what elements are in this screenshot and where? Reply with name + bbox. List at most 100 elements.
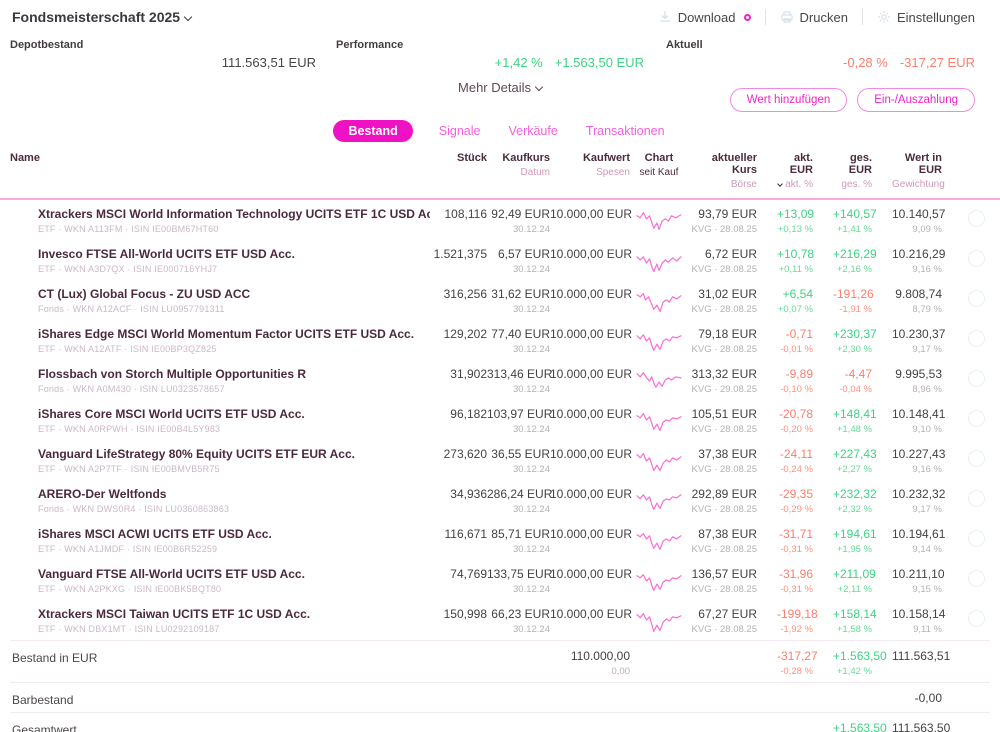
sparkline-chart[interactable] [636, 368, 682, 394]
col-ges[interactable]: ges. EUR [833, 152, 872, 176]
col-kurs[interactable]: aktueller Kurs [688, 152, 757, 176]
ein-auszahlung-button[interactable]: Ein-/Auszahlung [857, 88, 975, 112]
akt-pct-value: -0,29 % [780, 504, 813, 515]
kaufdatum-value: 30.12.24 [513, 584, 550, 595]
row-action-button[interactable] [967, 410, 985, 427]
fund-name-link[interactable]: CT (Lux) Global Focus - ZU USD ACC [38, 287, 430, 301]
col-kaufkurs[interactable]: Kaufkurs [487, 152, 550, 164]
row-action-button[interactable] [967, 570, 985, 587]
ges-eur-value: +230,37 [833, 327, 877, 341]
sparkline-chart[interactable] [636, 528, 682, 554]
aktueller-kurs-value: 87,38 EUR [698, 527, 757, 541]
ges-pct-value: +1,48 % [836, 424, 872, 435]
tab-verkaeufe[interactable]: Verkäufe [506, 120, 559, 142]
table-row[interactable]: iShares Core MSCI World UCITS ETF USD Ac… [10, 400, 990, 440]
fund-info: ETF · WKN A3D7QX · ISIN IE000716YHJ7 [38, 264, 218, 274]
table-row[interactable]: Invesco FTSE All-World UCITS ETF USD Acc… [10, 240, 990, 280]
boerse-info: KVG · 28.08.25 [691, 344, 757, 355]
sparkline-chart[interactable] [636, 248, 682, 274]
akt-eur-value: -9,89 [785, 367, 813, 381]
table-footer: Bestand in EUR 110.000,00 0,00 -317,27 -… [0, 640, 1000, 732]
fund-name-link[interactable]: Vanguard FTSE All-World UCITS ETF USD Ac… [38, 567, 430, 581]
fund-name-link[interactable]: iShares MSCI ACWI UCITS ETF USD Acc. [38, 527, 430, 541]
download-button[interactable]: Download [658, 10, 751, 25]
stueck-value: 1.521,375 [433, 247, 487, 261]
aktueller-kurs-value: 93,79 EUR [698, 207, 757, 221]
fund-info: Fonds · WKN A0M430 · ISIN LU0323578657 [38, 384, 225, 394]
row-action-button[interactable] [967, 290, 985, 307]
gewichtung-value: 8,79 % [912, 304, 942, 315]
table-row[interactable]: CT (Lux) Global Focus - ZU USD ACC Fonds… [10, 280, 990, 320]
kaufwert-value: 10.000,00 EUR [550, 487, 633, 501]
table-row[interactable]: iShares MSCI ACWI UCITS ETF USD Acc. ETF… [10, 520, 990, 560]
col-wert-sub: Gewichtung [892, 179, 945, 190]
ges-pct-value: +1,95 % [836, 544, 872, 555]
tab-bar: Bestand Signale Verkäufe Transaktionen [0, 120, 1000, 142]
row-action-button[interactable] [967, 530, 985, 547]
col-kaufwert[interactable]: Kaufwert [550, 152, 630, 164]
sparkline-chart[interactable] [636, 448, 682, 474]
kaufdatum-value: 30.12.24 [513, 224, 550, 235]
aktueller-kurs-value: 292,89 EUR [691, 487, 757, 501]
table-row[interactable]: Xtrackers MSCI Taiwan UCITS ETF 1C USD A… [10, 600, 990, 640]
kaufdatum-value: 30.12.24 [513, 344, 550, 355]
chevron-down-icon [183, 12, 193, 22]
fund-name-link[interactable]: ARERO-Der Weltfonds [38, 487, 430, 501]
col-akt[interactable]: akt. EUR [777, 152, 813, 176]
kaufwert-value: 10.000,00 EUR [550, 247, 633, 261]
fund-name-link[interactable]: iShares Edge MSCI World Momentum Factor … [38, 327, 430, 341]
kaufdatum-value: 30.12.24 [513, 384, 550, 395]
portfolio-title-dropdown[interactable]: Fondsmeisterschaft 2025 [12, 9, 193, 25]
sparkline-chart[interactable] [636, 488, 682, 514]
sparkline-chart[interactable] [636, 288, 682, 314]
tab-transaktionen[interactable]: Transaktionen [584, 120, 667, 142]
ges-pct-value: +2,27 % [836, 464, 872, 475]
fund-name-link[interactable]: Xtrackers MSCI World Information Technol… [38, 207, 430, 221]
table-row[interactable]: Vanguard FTSE All-World UCITS ETF USD Ac… [10, 560, 990, 600]
row-action-button[interactable] [967, 610, 985, 627]
table-row[interactable]: iShares Edge MSCI World Momentum Factor … [10, 320, 990, 360]
table-row[interactable]: Xtrackers MSCI World Information Technol… [10, 200, 990, 240]
gewichtung-value: 9,11 % [913, 624, 942, 635]
row-action-button[interactable] [967, 490, 985, 507]
wert-hinzufuegen-button[interactable]: Wert hinzufügen [729, 88, 848, 112]
kaufkurs-value: 66,23 EUR [491, 607, 550, 621]
wert-in-eur-value: 10.148,41 [892, 407, 946, 421]
table-row[interactable]: ARERO-Der Weltfonds Fonds · WKN DWS0R4 ·… [10, 480, 990, 520]
tab-signale[interactable]: Signale [437, 120, 483, 142]
col-chart-sub: seit Kauf [639, 167, 679, 178]
row-action-button[interactable] [967, 250, 985, 267]
print-button[interactable]: Drucken [780, 10, 848, 25]
stueck-value: 108,116 [444, 207, 488, 221]
fund-name-link[interactable]: iShares Core MSCI World UCITS ETF USD Ac… [38, 407, 430, 421]
sparkline-chart[interactable] [636, 208, 682, 234]
total-wert: 111.563,51 [892, 649, 951, 663]
fund-name-link[interactable]: Invesco FTSE All-World UCITS ETF USD Acc… [38, 247, 430, 261]
sparkline-chart[interactable] [636, 608, 682, 634]
table-row[interactable]: Flossbach von Storch Multiple Opportunit… [10, 360, 990, 400]
row-action-button[interactable] [967, 210, 985, 227]
boerse-info: KVG · 28.08.25 [691, 504, 757, 515]
fund-name-link[interactable]: Xtrackers MSCI Taiwan UCITS ETF 1C USD A… [38, 607, 430, 621]
aktueller-kurs-value: 37,38 EUR [698, 447, 757, 461]
fund-name-link[interactable]: Vanguard LifeStrategy 80% Equity UCITS E… [38, 447, 430, 461]
sparkline-chart[interactable] [636, 328, 682, 354]
sparkline-chart[interactable] [636, 408, 682, 434]
akt-pct-value: -0,31 % [780, 584, 813, 595]
kaufwert-value: 10.000,00 EUR [550, 327, 633, 341]
table-row[interactable]: Vanguard LifeStrategy 80% Equity UCITS E… [10, 440, 990, 480]
sort-chevron-icon[interactable] [777, 181, 784, 187]
row-action-button[interactable] [967, 450, 985, 467]
ges-pct-value: +1,41 % [836, 224, 872, 235]
wert-in-eur-value: 10.194,61 [892, 527, 946, 541]
tab-bestand[interactable]: Bestand [333, 120, 413, 142]
kaufwert-value: 10.000,00 EUR [550, 407, 633, 421]
col-akt-sub: akt. % [785, 179, 813, 190]
col-stueck[interactable]: Stück [430, 152, 487, 164]
col-wert[interactable]: Wert in EUR [892, 152, 942, 176]
sparkline-chart[interactable] [636, 568, 682, 594]
settings-button[interactable]: Einstellungen [877, 10, 975, 25]
row-action-button[interactable] [967, 370, 985, 387]
row-action-button[interactable] [967, 330, 985, 347]
fund-name-link[interactable]: Flossbach von Storch Multiple Opportunit… [38, 367, 430, 381]
